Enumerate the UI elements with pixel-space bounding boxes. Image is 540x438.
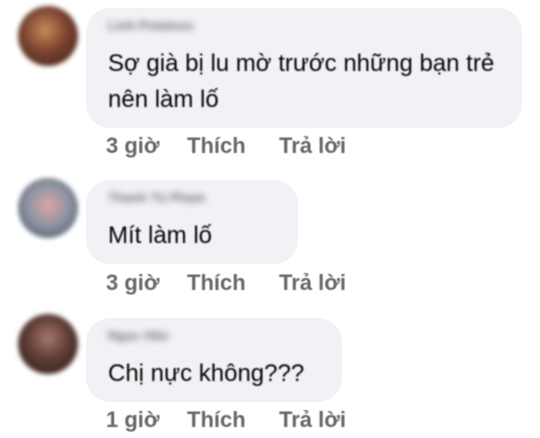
like-button[interactable]: Thích <box>187 407 246 433</box>
comment-time[interactable]: 3 giờ <box>106 133 160 159</box>
like-button[interactable]: Thích <box>187 133 246 159</box>
comment-author[interactable]: Ngọc Hân <box>108 328 169 343</box>
comment-text: Chị nực không??? <box>108 360 305 387</box>
comment-bubble: Linh Potatoes Sợ già bị lu mờ trước nhữn… <box>86 8 522 128</box>
reply-button[interactable]: Trả lời <box>279 133 346 159</box>
comment-author[interactable]: Linh Potatoes <box>108 18 194 33</box>
avatar[interactable] <box>18 178 78 238</box>
comment-bubble: Thanh Tú Phạm Mít làm lố <box>86 180 298 264</box>
comment-text: Mít làm lố <box>108 222 213 249</box>
reply-button[interactable]: Trả lời <box>279 407 346 433</box>
like-button[interactable]: Thích <box>187 270 246 296</box>
avatar[interactable] <box>18 314 78 374</box>
comment-thread: Linh Potatoes Sợ già bị lu mờ trước nhữn… <box>0 0 540 438</box>
reply-button[interactable]: Trả lời <box>279 270 346 296</box>
comment-bubble: Ngọc Hân Chị nực không??? <box>86 318 342 402</box>
comment-time[interactable]: 1 giờ <box>106 407 160 433</box>
comment-author[interactable]: Thanh Tú Phạm <box>108 190 206 205</box>
comment-time[interactable]: 3 giờ <box>106 270 160 296</box>
comment-text: Sợ già bị lu mờ trước những bạn trẻ nên … <box>108 50 495 113</box>
avatar[interactable] <box>18 6 78 66</box>
